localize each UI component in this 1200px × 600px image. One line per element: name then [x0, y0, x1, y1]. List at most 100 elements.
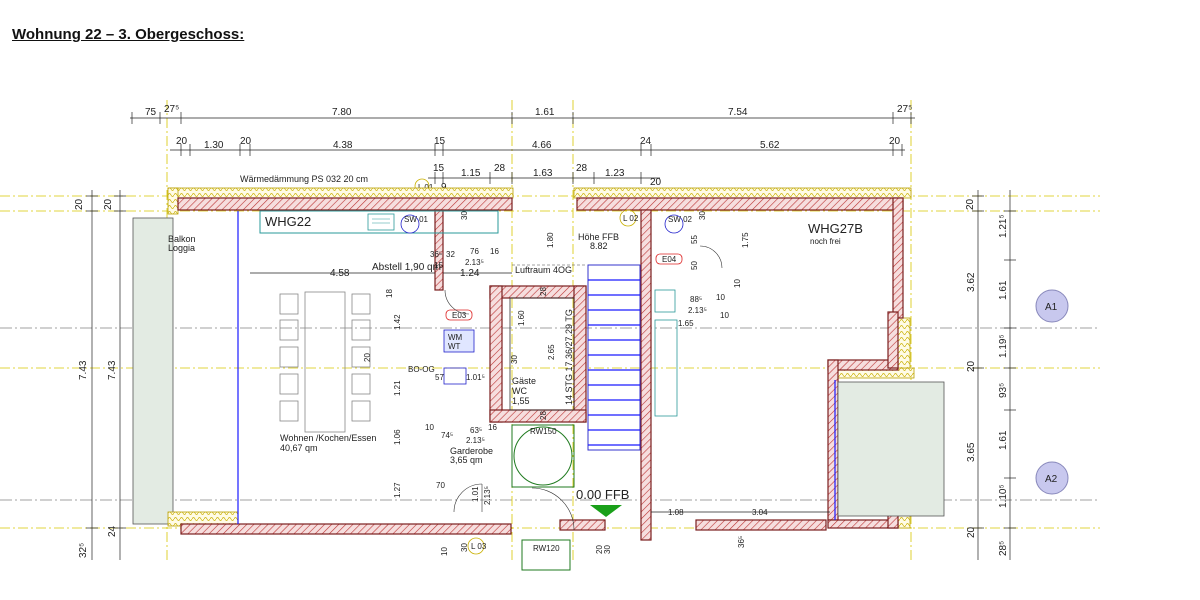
sink-right — [654, 289, 676, 313]
dim-right-1: 1.21⁵ — [998, 214, 1009, 238]
ffb-triangle — [590, 505, 622, 517]
dim-right-5: 1.19⁵ — [998, 334, 1009, 358]
dim-inner-42: 3.04 — [752, 508, 768, 517]
dim-right-2: 3.62 — [966, 272, 977, 292]
dim-inner-36: 88⁵ — [690, 295, 702, 304]
dim-inner-0: 4.58 — [330, 268, 350, 279]
dim-top3-3: 1.63 — [533, 168, 553, 179]
hoehe-value: 8.82 — [590, 241, 608, 251]
dim-inner-26: 30 — [510, 355, 519, 364]
dining-table — [279, 291, 371, 433]
dim-inner-33: 55 — [690, 235, 699, 244]
dim-inner-38: 2.13⁵ — [688, 306, 707, 315]
whg22-label: WHG22 — [265, 214, 311, 229]
wohnen-area: 40,67 qm — [280, 443, 318, 453]
dim-inner-44: 30 — [460, 543, 469, 552]
tag-l02: L 02 — [619, 209, 639, 227]
dim-top2-5: 4.66 — [532, 140, 552, 151]
wohnen-label: Wohnen /Kochen/Essen — [280, 433, 376, 443]
dim-inner-4: 76 — [470, 247, 479, 256]
dim-inner-43: 36⁵ — [737, 536, 746, 548]
sink-icon — [367, 213, 395, 231]
insulation-label: Wärmedämmung PS 032 20 cm — [240, 174, 368, 184]
dim-inner-3: 32 — [446, 250, 455, 259]
dim-inner-24: 1.60 — [517, 310, 526, 326]
dim-top2-6: 24 — [640, 136, 652, 147]
dim-top1-2: 7.80 — [332, 107, 352, 118]
dim-left-3: 7.43 — [107, 360, 118, 380]
dim-inner-8: 18 — [385, 289, 394, 298]
dim-top1-4: 7.54 — [728, 107, 748, 118]
dim-left-5: 32⁵ — [78, 543, 89, 558]
dim-top2-4: 15 — [434, 136, 446, 147]
dim-inner-20: 2.13⁵ — [466, 436, 485, 445]
dim-inner-45: 10 — [440, 547, 449, 556]
dim-inner-2: 36⁵ — [430, 250, 442, 259]
dim-top2-0: 20 — [176, 136, 188, 147]
whg27b-note: noch frei — [810, 237, 841, 246]
dim-inner-9: 1.42 — [393, 314, 402, 330]
loggia-label: Loggia — [168, 243, 195, 253]
dim-inner-10: 20 — [363, 353, 372, 362]
dim-inner-31: 1.75 — [741, 232, 750, 248]
dim-left-0: 20 — [74, 198, 85, 210]
tag-sw02: SW 02 — [664, 214, 693, 234]
dim-inner-6: 2.13⁵ — [465, 258, 484, 267]
dim-top1-3: 1.61 — [535, 107, 555, 118]
dim-inner-29: 1.80 — [546, 232, 555, 248]
dim-inner-13: 1.27 — [393, 482, 402, 498]
axis-a1-label: A1 — [1045, 302, 1058, 313]
dim-top3-5: 1.23 — [605, 168, 625, 179]
garderobe-area: 3,65 qm — [450, 455, 483, 465]
dim-right-9: 1.10⁵ — [998, 484, 1009, 508]
dim-left-4: 24 — [107, 525, 118, 537]
axis-marker-a2: A2 — [1035, 461, 1069, 495]
dim-inner-47: 30 — [603, 545, 612, 554]
dim-inner-18: 63⁵ — [470, 426, 482, 435]
rw120-text: RW120 — [533, 544, 560, 553]
dim-inner-14: 57 — [435, 373, 444, 382]
rw150-box: RW150 — [511, 424, 575, 488]
dim-top3-2: 28 — [494, 163, 506, 174]
dim-inner-35: 10 — [733, 279, 742, 288]
insulation-top-left — [167, 187, 514, 199]
dim-inner-19: 16 — [488, 423, 497, 432]
dimension-column-left: 20 20 7.43 7.43 24 32⁵ — [74, 190, 126, 560]
dim-right-10: 20 — [966, 526, 977, 538]
dimension-column-right: 20 1.21⁵ 3.62 1.61 20 1.19⁵ 93⁵ 3.65 1.6… — [965, 190, 1016, 560]
sw02-text: SW 02 — [668, 215, 693, 224]
dim-inner-1: 1.24 — [460, 268, 480, 279]
dim-top2-3: 4.38 — [333, 140, 353, 151]
dim-inner-11: 1.21 — [393, 380, 402, 396]
dim-inner-5: 16 — [490, 247, 499, 256]
bo-tag: BO-OG — [408, 365, 435, 374]
gaeste-area: 1,55 — [512, 396, 530, 406]
balcony-area — [132, 217, 174, 525]
wt-label: WT — [448, 342, 461, 351]
dim-right-6: 93⁵ — [998, 383, 1009, 398]
dimension-row-top-1: 75 27⁵ 7.80 1.61 7.54 27⁵ — [130, 104, 915, 124]
axis-a2-label: A2 — [1045, 474, 1058, 485]
loggia-right — [837, 381, 945, 517]
dim-inner-23: 2.13⁵ — [483, 486, 492, 505]
dim-inner-12: 1.06 — [393, 429, 402, 445]
dim-top3-4: 28 — [576, 163, 588, 174]
dim-inner-30: 30 — [460, 211, 469, 220]
l02-text: L 02 — [623, 214, 639, 223]
sw01-text: SW 01 — [404, 215, 429, 224]
dim-inner-7: 15 — [434, 261, 443, 270]
dim-inner-28: 28 — [539, 411, 548, 420]
dim-right-11: 28⁵ — [998, 541, 1009, 556]
gaeste-wc: WC — [512, 386, 527, 396]
dim-inner-16: 10 — [425, 423, 434, 432]
insulation-corner — [167, 187, 179, 215]
dim-top2-8: 20 — [889, 136, 901, 147]
dim-top3-0: 15 — [433, 163, 445, 174]
tag-e04: E04 — [655, 253, 683, 265]
dim-inner-17: 74⁵ — [441, 431, 453, 440]
tag-sw01: SW 01 — [400, 214, 429, 234]
dim-left-1: 20 — [103, 198, 114, 210]
dim-inner-15: 1.01⁵ — [466, 373, 485, 382]
dim-inner-40: 10 — [720, 311, 729, 320]
dim-top2-7: 5.62 — [760, 140, 780, 151]
